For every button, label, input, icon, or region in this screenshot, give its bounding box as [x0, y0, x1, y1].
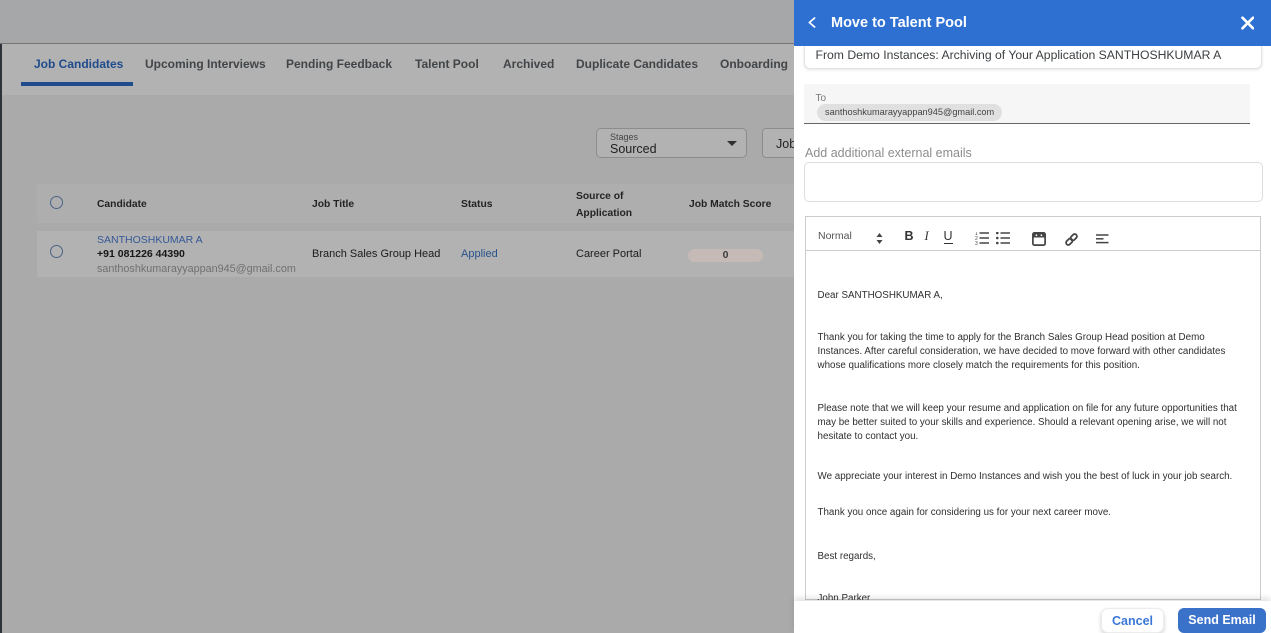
svg-text:3: 3: [975, 241, 978, 245]
